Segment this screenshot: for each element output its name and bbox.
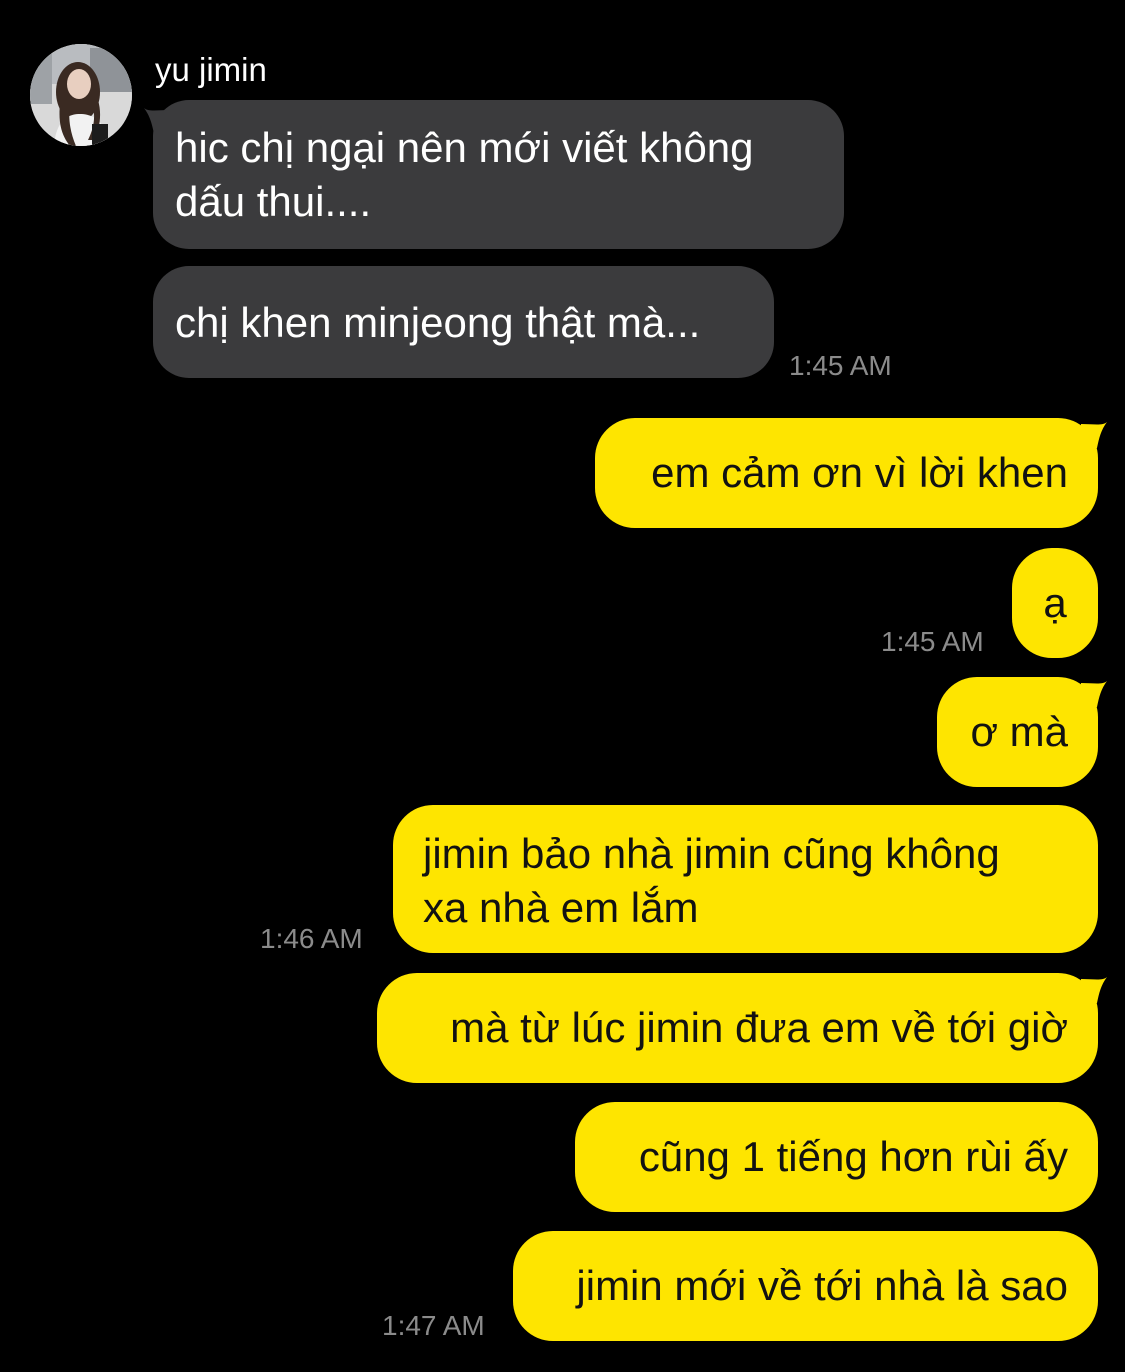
message-timestamp: 1:46 AM	[260, 923, 363, 954]
message-text: xa nhà em lắm	[423, 884, 699, 931]
message-text: ạ	[1043, 579, 1067, 626]
message-text: cũng 1 tiếng hơn rùi ấy	[638, 1133, 1068, 1180]
bubble-tail-icon	[1081, 977, 1107, 1003]
message-text: ơ mà	[970, 708, 1068, 755]
outgoing-message-bubble[interactable]: cũng 1 tiếng hơn rùi ấy	[575, 1102, 1098, 1212]
bubble-tail-icon	[144, 108, 170, 134]
bubble-tail-icon	[1081, 422, 1107, 448]
incoming-message-bubble[interactable]: chị khen minjeong thật mà...	[153, 266, 774, 378]
outgoing-message-bubble[interactable]: jimin mới về tới nhà là sao	[513, 1231, 1098, 1341]
message-timestamp: 1:47 AM	[382, 1310, 485, 1341]
message-text: em cảm ơn vì lời khen	[651, 449, 1068, 496]
message-text: dấu thui....	[175, 178, 372, 225]
message-text: mà từ lúc jimin đưa em về tới giờ	[450, 1004, 1068, 1051]
message-text: jimin bảo nhà jimin cũng không	[423, 830, 1000, 877]
incoming-message-bubble[interactable]: hic chị ngại nên mới viết không dấu thui…	[144, 100, 844, 249]
bubble-tail-icon	[1081, 681, 1107, 707]
outgoing-message-bubble[interactable]: em cảm ơn vì lời khen	[595, 418, 1107, 528]
outgoing-message-bubble[interactable]: jimin bảo nhà jimin cũng không xa nhà em…	[393, 805, 1098, 953]
message-timestamp: 1:45 AM	[789, 350, 892, 381]
message-text: chị khen minjeong thật mà...	[175, 299, 701, 346]
contact-avatar[interactable]	[30, 44, 132, 146]
profile-photo-icon	[30, 44, 132, 146]
outgoing-message-bubble[interactable]: mà từ lúc jimin đưa em về tới giờ	[377, 973, 1107, 1083]
message-text: jimin mới về tới nhà là sao	[576, 1262, 1068, 1309]
outgoing-message-bubble[interactable]: ơ mà	[937, 677, 1107, 787]
contact-name[interactable]: yu jimin	[155, 50, 267, 90]
outgoing-message-bubble[interactable]: ạ	[1012, 548, 1098, 658]
message-text: hic chị ngại nên mới viết không	[175, 124, 754, 171]
message-timestamp: 1:45 AM	[881, 626, 984, 657]
